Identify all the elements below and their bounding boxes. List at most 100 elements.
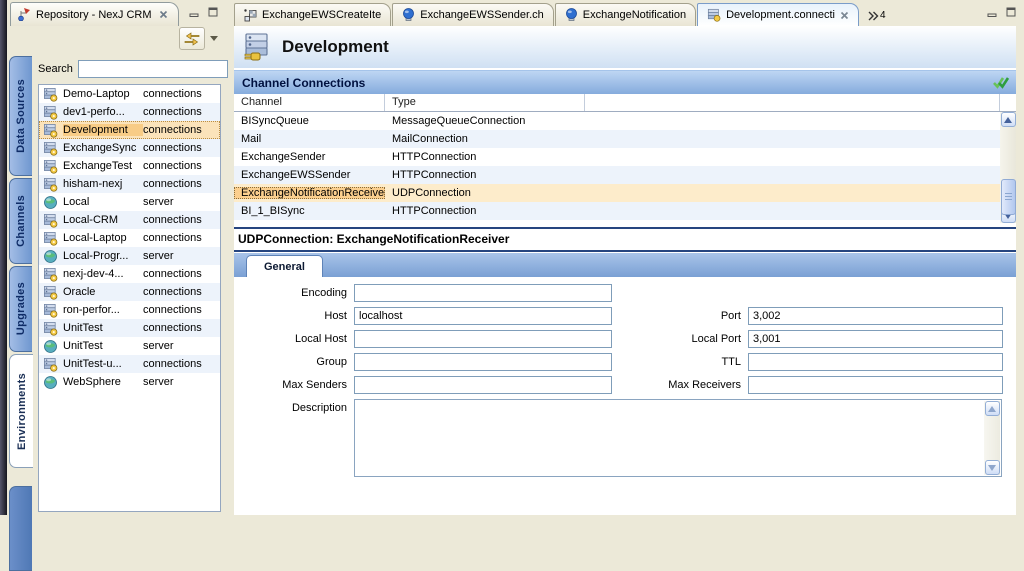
- item-type: connections: [143, 88, 220, 100]
- field-input[interactable]: [354, 376, 612, 394]
- detail-tab-bar: General: [234, 253, 1016, 277]
- field-input[interactable]: [354, 330, 612, 348]
- column-header-empty: [585, 94, 1000, 111]
- field-input[interactable]: [748, 307, 1003, 325]
- field-input[interactable]: [748, 330, 1003, 348]
- editor-tab-exchangeewssender[interactable]: ExchangeEWSSender.ch: [392, 3, 554, 26]
- search-row: Search: [38, 58, 221, 80]
- list-item[interactable]: nexj-dev-4... connections: [39, 265, 220, 283]
- server-icon: [43, 249, 59, 264]
- repository-view-tab[interactable]: Repository - NexJ CRM: [10, 2, 179, 26]
- cell-type: UDPConnection: [385, 187, 585, 199]
- connections-icon: [43, 123, 59, 138]
- item-type: connections: [143, 268, 220, 280]
- vertical-tab-channels[interactable]: Channels: [9, 178, 32, 264]
- editor-tab-development-active[interactable]: Development.connecti: [697, 3, 859, 26]
- item-name: ron-perfor...: [63, 304, 143, 316]
- scroll-up-icon[interactable]: [985, 401, 1000, 416]
- detail-section-header: UDPConnection: ExchangeNotificationRecei…: [234, 227, 1016, 252]
- cell-type: HTTPConnection: [385, 169, 585, 181]
- tab-overflow-indicator[interactable]: 4: [860, 10, 886, 26]
- editor-tab-bar: ExchangeEWSCreateIte ExchangeEWSSender.c…: [234, 0, 1024, 26]
- list-item[interactable]: Oracle connections: [39, 283, 220, 301]
- table-row[interactable]: ExchangeEWSSender HTTPConnection: [234, 166, 1000, 184]
- connections-icon: [707, 8, 721, 22]
- item-type: connections: [143, 358, 220, 370]
- close-icon[interactable]: [157, 8, 171, 22]
- list-item[interactable]: WebSphere server: [39, 373, 220, 391]
- list-item[interactable]: ExchangeSync connections: [39, 139, 220, 157]
- scrollbar-thumb[interactable]: [1001, 179, 1016, 215]
- table-row[interactable]: Mail MailConnection: [234, 130, 1000, 148]
- cell-channel: ExchangeEWSSender: [234, 169, 385, 181]
- channel-icon: [402, 8, 415, 22]
- channel-icon: [565, 8, 578, 22]
- minimize-icon[interactable]: [985, 5, 999, 19]
- editor-tab-exchangenotification[interactable]: ExchangeNotification: [555, 3, 696, 26]
- repository-vertical-tabs: Data Sources Channels Upgrades Environme…: [8, 56, 33, 515]
- close-icon[interactable]: [840, 11, 849, 20]
- vertical-tab-data-sources[interactable]: Data Sources: [9, 56, 32, 176]
- cell-channel: ExchangeNotificationReceiver: [234, 187, 385, 199]
- connections-icon: [43, 141, 59, 156]
- field-label: Local Host: [234, 333, 354, 345]
- field-input[interactable]: [748, 353, 1003, 371]
- view-menu-dropdown-icon[interactable]: [207, 27, 221, 50]
- list-item[interactable]: UnitTest connections: [39, 319, 220, 337]
- table-row[interactable]: ExchangeNotificationReceiver UDPConnecti…: [234, 184, 1000, 202]
- table-row[interactable]: BISyncQueue MessageQueueConnection: [234, 112, 1000, 130]
- column-header-channel[interactable]: Channel: [234, 94, 385, 111]
- column-header-scrollbar-gap: [1000, 94, 1016, 111]
- list-item[interactable]: Development connections: [39, 121, 220, 139]
- form-row: Encoding: [234, 284, 1016, 302]
- search-input[interactable]: [78, 60, 228, 78]
- form-row: Local Port: [632, 330, 1003, 348]
- list-item[interactable]: Local-CRM connections: [39, 211, 220, 229]
- list-item[interactable]: Local-Laptop connections: [39, 229, 220, 247]
- tab-general[interactable]: General: [246, 255, 323, 277]
- item-name: UnitTest-u...: [63, 358, 143, 370]
- list-item[interactable]: dev1-perfo... connections: [39, 103, 220, 121]
- list-item[interactable]: UnitTest-u... connections: [39, 355, 220, 373]
- field-input[interactable]: [748, 376, 1003, 394]
- table-row[interactable]: BI_1_BISync HTTPConnection: [234, 202, 1000, 220]
- field-input[interactable]: [354, 307, 612, 325]
- list-item[interactable]: Local server: [39, 193, 220, 211]
- vertical-tab-upgrades[interactable]: Upgrades: [9, 266, 32, 352]
- list-item[interactable]: UnitTest server: [39, 337, 220, 355]
- connections-icon: [43, 267, 59, 282]
- list-item[interactable]: ron-perfor... connections: [39, 301, 220, 319]
- connections-icon: [43, 177, 59, 192]
- minimize-icon[interactable]: [187, 5, 201, 19]
- field-label: Max Senders: [234, 379, 354, 391]
- maximize-icon[interactable]: [1004, 5, 1018, 19]
- list-item[interactable]: ExchangeTest connections: [39, 157, 220, 175]
- link-with-editor-button[interactable]: [179, 27, 205, 50]
- vertical-tab-partial[interactable]: [9, 486, 32, 571]
- item-type: connections: [143, 124, 220, 136]
- scroll-down-icon[interactable]: [985, 460, 1000, 475]
- scrollbar-track[interactable]: [1001, 127, 1016, 208]
- connections-icon: [43, 105, 59, 120]
- list-item[interactable]: Demo-Laptop connections: [39, 85, 220, 103]
- table-row[interactable]: ExchangeSender HTTPConnection: [234, 148, 1000, 166]
- item-type: server: [143, 376, 220, 388]
- list-item[interactable]: Local-Progr... server: [39, 247, 220, 265]
- list-item[interactable]: hisham-nexj connections: [39, 175, 220, 193]
- maximize-icon[interactable]: [206, 5, 220, 19]
- column-header-type[interactable]: Type: [385, 94, 585, 111]
- scrollbar-track[interactable]: [985, 416, 1000, 460]
- description-scrollbar: [984, 401, 1000, 475]
- item-name: UnitTest: [63, 322, 143, 334]
- field-label: Max Receivers: [632, 379, 748, 391]
- server-icon: [43, 375, 59, 390]
- field-input[interactable]: [354, 353, 612, 371]
- vertical-tab-environments[interactable]: Environments: [9, 354, 33, 468]
- editor-tab-exchangeewscreateite[interactable]: ExchangeEWSCreateIte: [234, 3, 391, 26]
- item-name: nexj-dev-4...: [63, 268, 143, 280]
- field-input[interactable]: [354, 284, 612, 302]
- description-textarea[interactable]: [354, 399, 1002, 477]
- scroll-up-icon[interactable]: [1001, 112, 1016, 127]
- repository-window-buttons: [187, 5, 220, 19]
- search-label: Search: [38, 63, 78, 75]
